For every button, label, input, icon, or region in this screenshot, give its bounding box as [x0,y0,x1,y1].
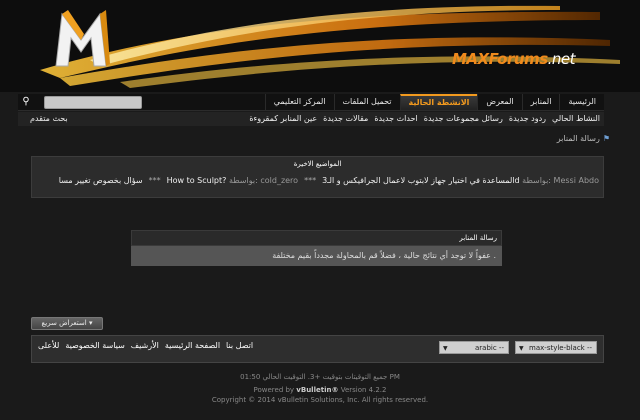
chevron-down-icon: ▾ [88,319,93,327]
subnav-mark-forums-read[interactable]: عين المنابر كمقروءة [249,112,317,126]
topic-by-label: بواسطة: [228,176,258,185]
style-select[interactable]: ▼ max-style-black -- [515,341,597,354]
home-icon[interactable]: ⚑ [603,134,610,143]
sub-nav: النشاط الحالي ردود جديدة رسائل مجموعات ج… [18,112,604,126]
tab-gallery[interactable]: المعرض [477,94,521,110]
breadcrumb-label: رسالة المنابر [556,134,600,143]
topic-by-label: بواسطة: [522,176,551,185]
brand-tld: .net [547,50,576,68]
list-item: How to Sculpt? بواسطة: cold_zero [167,176,298,185]
style-select-value: max-style-black -- [529,344,592,352]
sub-nav-links: النشاط الحالي ردود جديدة رسائل مجموعات ج… [249,112,600,126]
separator: *** [148,176,161,185]
advanced-search-link[interactable]: بحث متقدم [30,112,68,126]
latest-topics-box: المواضيع الاخيرة المساعدة في اختيار جهاز… [31,156,604,198]
topic-title[interactable]: المساعدة في اختيار جهاز لابتوب لاعمال ال… [322,176,520,185]
footer-link-top[interactable]: للأعلى [38,341,59,350]
topic-title[interactable]: سؤال بخصوص تغيير مسا [59,176,143,185]
quick-view-button[interactable]: استعراض سريع ▾ [31,317,103,330]
tab-learning-center[interactable]: المركز التعليمي [264,94,334,110]
search-input[interactable] [44,96,142,109]
subnav-new-replies[interactable]: ردود جديدة [509,112,546,126]
search-icon[interactable]: ⚲ [20,96,32,108]
breadcrumb: رسالة المنابر ⚑ [557,134,610,143]
message-title: رسالة المنابر [131,230,502,246]
footer-link-home[interactable]: الصفحة الرئيسية [165,341,220,350]
powered-by-label: Powered by [253,386,297,394]
site-logo-m-icon[interactable] [48,6,114,72]
powered-by-text: Powered by vBulletin® Version 4.2.2 [0,386,640,394]
forum-message-box: رسالة المنابر عفواً لا توجد أي نتائج حال… [131,230,502,266]
tab-current-activity[interactable]: الانشطة الحالية [399,94,478,110]
vbulletin-link[interactable]: vBulletin® [296,386,338,394]
tab-downloads[interactable]: تحميل الملفات [333,94,400,110]
topic-author[interactable]: Messi Abdo [554,176,599,185]
footer-bar: ▼ max-style-black -- ▼ arabic -- للأعلى … [31,335,604,363]
subnav-new-articles[interactable]: مقالات جديدة [323,112,368,126]
version-text: Version 4.2.2 [338,386,387,394]
main-nav: ⚲ الرئيسية المنابر المعرض الانشطة الحالي… [18,94,604,111]
latest-topics-title: المواضيع الاخيرة [293,160,342,168]
footer-link-archive[interactable]: الأرشيف [131,341,159,350]
message-body: عفواً لا توجد أي نتائج حالية ، فضلاً قم … [131,246,502,266]
footer-link-privacy[interactable]: سياسة الخصوصية [65,341,124,350]
list-item: المساعدة في اختيار جهاز لابتوب لاعمال ال… [322,176,599,185]
nav-tabs: الرئيسية المنابر المعرض الانشطة الحالية … [264,94,604,110]
brand-name: MAXForums [452,50,548,68]
tab-forums[interactable]: المنابر [521,94,560,110]
latest-topics-list: المساعدة في اختيار جهاز لابتوب لاعمال ال… [59,176,599,185]
timezone-text: جميع التوقيتات بتوقيت +3. التوقيت الحالي… [240,373,400,381]
tab-home[interactable]: الرئيسية [559,94,604,110]
site-brand[interactable]: MAXForums.net [452,50,576,68]
language-select-value: arabic -- [475,344,504,352]
separator: *** [304,176,317,185]
subnav-new-events[interactable]: احداث جديدة [374,112,417,126]
topic-title[interactable]: How to Sculpt? [167,176,227,185]
chevron-down-icon: ▼ [443,345,448,352]
subnav-new-group-messages[interactable]: رسائل مجموعات جديدة [424,112,503,126]
site-header: MAXForums.net [0,0,640,92]
topic-author[interactable]: cold_zero [260,176,298,185]
list-item: سؤال بخصوص تغيير مسا [59,176,143,185]
footer-link-contact[interactable]: اتصل بنا [226,341,253,350]
language-select[interactable]: ▼ arabic -- [439,341,509,354]
subnav-current-activity[interactable]: النشاط الحالي [552,112,600,126]
chevron-down-icon: ▼ [519,345,524,352]
quick-view-label: استعراض سريع [41,319,87,327]
copyright-text: Copyright © 2014 vBulletin Solutions, In… [211,396,429,404]
footer-links: للأعلى سياسة الخصوصية الأرشيف الصفحة الر… [38,341,253,350]
